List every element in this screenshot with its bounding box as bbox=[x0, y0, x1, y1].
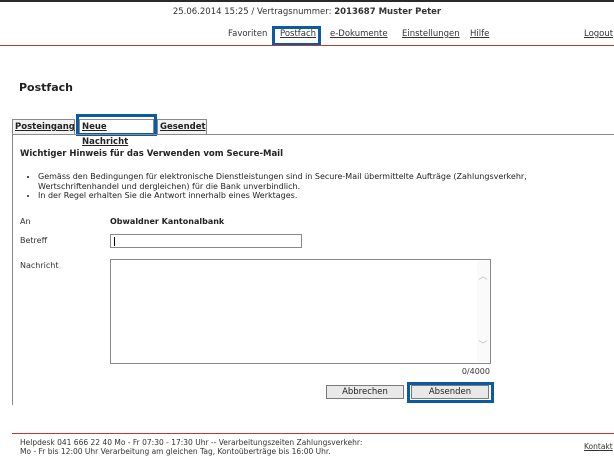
subject-input[interactable] bbox=[110, 234, 302, 248]
send-highlight bbox=[407, 382, 494, 403]
nav-logout[interactable]: Logout bbox=[584, 29, 613, 39]
scroll-up-icon[interactable]: ︿ bbox=[477, 271, 489, 283]
cancel-button[interactable]: Abbrechen bbox=[326, 385, 404, 399]
message-textarea[interactable]: ︿ ﹀ bbox=[110, 259, 491, 364]
notice-bullet: Gemäss den Bedingungen für elektronische… bbox=[38, 172, 598, 191]
footer-divider bbox=[12, 433, 614, 434]
nav-hilfe[interactable]: Hilfe bbox=[470, 29, 489, 39]
footer-processing: Mo - Fr bis 12:00 Uhr Verarbeitung am gl… bbox=[20, 447, 331, 456]
nav-favoriten[interactable]: Favoriten bbox=[228, 29, 267, 39]
message-label: Nachricht bbox=[20, 261, 59, 270]
message-scrollbar[interactable]: ︿ ﹀ bbox=[477, 261, 489, 362]
notice-title: Wichtiger Hinweis für das Verwenden vom … bbox=[20, 149, 284, 159]
neue-nachricht-highlight bbox=[76, 114, 157, 136]
nav-einstellungen[interactable]: Einstellungen bbox=[402, 29, 460, 39]
nav-divider bbox=[0, 45, 614, 46]
recipient-label: An bbox=[20, 217, 31, 226]
session-info: 25.06.2014 15:25 / Vertragsnummer: 20136… bbox=[0, 7, 614, 17]
tab-gesendet[interactable]: Gesendet bbox=[157, 119, 207, 134]
scroll-down-icon[interactable]: ﹀ bbox=[477, 340, 489, 352]
recipient-value: Obwaldner Kantonalbank bbox=[110, 217, 225, 226]
text-cursor bbox=[114, 237, 115, 246]
contact-link[interactable]: Kontakt bbox=[584, 442, 613, 451]
postfach-highlight bbox=[272, 26, 321, 46]
nav-edokumente[interactable]: e-Dokumente bbox=[330, 29, 388, 39]
character-counter: 0/4000 bbox=[461, 367, 490, 376]
page-title: Postfach bbox=[19, 81, 73, 94]
datetime-contract-label: 25.06.2014 15:25 / Vertragsnummer: bbox=[172, 7, 335, 17]
tab-posteingang[interactable]: Posteingang bbox=[12, 119, 75, 134]
notice-bullet: In der Regel erhalten Sie die Antwort in… bbox=[38, 191, 598, 201]
top-border bbox=[0, 0, 614, 2]
contract-and-name: 2013687 Muster Peter bbox=[334, 7, 442, 17]
subject-label: Betreff bbox=[20, 236, 48, 245]
notice-list: Gemäss den Bedingungen für elektronische… bbox=[28, 172, 598, 201]
footer-helpdesk: Helpdesk 041 666 22 40 Mo - Fr 07:30 - 1… bbox=[20, 438, 363, 447]
footer-info: Helpdesk 041 666 22 40 Mo - Fr 07:30 - 1… bbox=[20, 438, 362, 456]
